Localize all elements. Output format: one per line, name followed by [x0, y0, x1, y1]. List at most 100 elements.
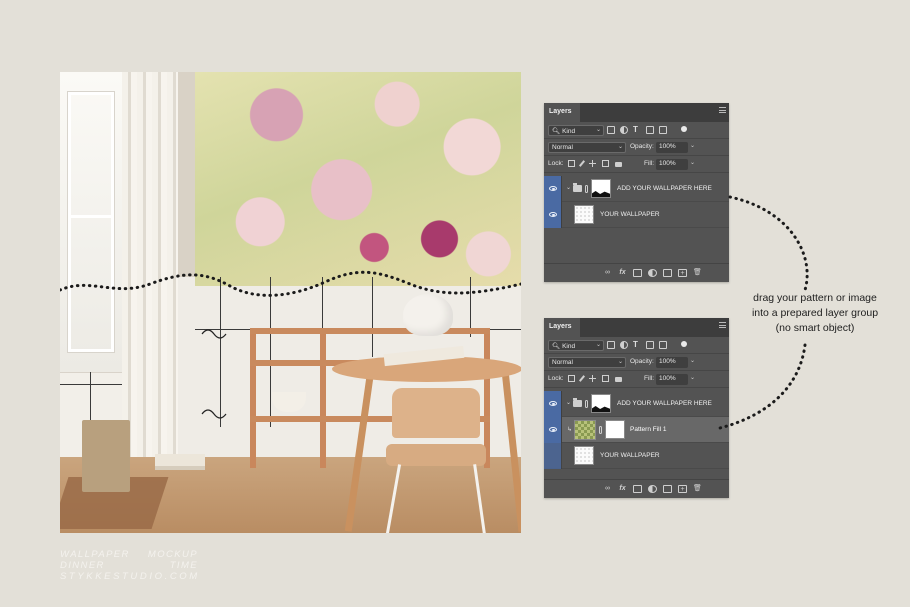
mask-thumbnail[interactable] — [605, 420, 625, 439]
search-icon: 🔍︎ — [552, 343, 561, 350]
link-icon[interactable]: ∞ — [603, 485, 612, 493]
layer-row-pattern-fill[interactable]: ↳ Pattern Fill 1 — [544, 417, 729, 443]
fill-field[interactable]: 100% ⌄ — [656, 159, 695, 170]
instruction-line-2: into a prepared layer group — [751, 307, 879, 319]
fill-value: 100% — [659, 375, 676, 382]
layer-row-wallpaper[interactable]: YOUR WALLPAPER — [544, 443, 729, 469]
lock-all-icon[interactable] — [615, 162, 622, 167]
fill-label: Fill: — [644, 160, 655, 167]
instruction-line-3: (no smart object) — [775, 322, 855, 334]
panel-tabbar: Layers — [544, 103, 729, 122]
lock-pixels-icon[interactable] — [578, 160, 586, 167]
lock-label: Lock: — [548, 375, 564, 382]
mask-icon[interactable] — [633, 485, 642, 493]
layers-tab[interactable]: Layers — [544, 318, 580, 337]
chevron-down-icon: ⌄ — [617, 144, 623, 150]
trash-icon[interactable]: 🗑︎ — [693, 485, 702, 493]
eye-icon — [549, 427, 557, 432]
chevron-down-icon: ⌄ — [617, 359, 623, 365]
shape-filter-icon[interactable] — [646, 341, 654, 349]
blend-mode-value: Normal — [552, 359, 573, 366]
lock-artboard-icon[interactable] — [602, 375, 609, 382]
adjustment-icon[interactable] — [648, 269, 657, 277]
blend-row: Normal ⌄ Opacity: 100% ⌄ — [544, 354, 729, 371]
fill-label: Fill: — [644, 375, 655, 382]
filter-toggle[interactable] — [681, 126, 687, 132]
visibility-toggle[interactable] — [544, 417, 562, 443]
brand-word: MOCKUP — [147, 549, 198, 560]
visibility-toggle[interactable] — [544, 391, 562, 417]
instruction-text: drag your pattern or image into a prepar… — [735, 291, 895, 336]
panel-menu-icon[interactable] — [719, 107, 726, 113]
layers-tab[interactable]: Layers — [544, 103, 580, 122]
mask-icon[interactable] — [633, 269, 642, 277]
panel-tabbar: Layers — [544, 318, 729, 337]
layers-bottom-toolbar: ∞ fx + 🗑︎ — [544, 479, 729, 498]
type-filter-icon[interactable]: T — [633, 341, 641, 349]
adjustment-filter-icon[interactable] — [620, 341, 628, 349]
type-filter-icon[interactable]: T — [633, 126, 641, 134]
smart-object-filter-icon[interactable] — [659, 126, 667, 134]
fx-icon[interactable]: fx — [618, 485, 627, 493]
pixel-layer-filter-icon[interactable] — [607, 341, 615, 349]
fx-icon[interactable]: fx — [618, 269, 627, 277]
opacity-field[interactable]: 100% ⌄ — [656, 357, 695, 368]
lock-position-icon[interactable] — [589, 375, 596, 382]
opacity-value: 100% — [659, 358, 676, 365]
mask-thumbnail[interactable] — [591, 179, 611, 198]
brand-word: DINNER — [60, 560, 105, 571]
pattern-thumbnail[interactable] — [574, 420, 596, 440]
folder-icon[interactable] — [663, 269, 672, 277]
layer-thumbnail[interactable] — [574, 205, 594, 224]
new-layer-icon[interactable]: + — [678, 269, 687, 277]
kind-filter-dropdown[interactable]: 🔍︎ Kind ⌄ — [548, 125, 604, 136]
brand-word: TIME — [169, 560, 198, 571]
link-icon — [585, 400, 588, 408]
brand-website: STYKKESTUDIO.COM — [60, 571, 200, 582]
adjustment-filter-icon[interactable] — [620, 126, 628, 134]
layer-row-group[interactable]: ⌄ ADD YOUR WALLPAPER HERE — [544, 176, 729, 202]
kind-filter-value: Kind — [562, 128, 576, 135]
shape-filter-icon[interactable] — [646, 126, 654, 134]
lock-all-icon[interactable] — [615, 377, 622, 382]
fill-field[interactable]: 100% ⌄ — [656, 374, 695, 385]
layers-panel-after: Layers 🔍︎ Kind ⌄ T Normal ⌄ Opacity: 100… — [544, 318, 729, 498]
chevron-down-icon[interactable]: ⌄ — [566, 399, 571, 406]
pixel-layer-filter-icon[interactable] — [607, 126, 615, 134]
new-layer-icon[interactable]: + — [678, 485, 687, 493]
trash-icon[interactable]: 🗑︎ — [693, 269, 702, 277]
room-mockup-photo — [60, 72, 521, 533]
mask-thumbnail[interactable] — [591, 394, 611, 413]
layer-row-wallpaper[interactable]: YOUR WALLPAPER — [544, 202, 729, 228]
link-icon[interactable]: ∞ — [603, 269, 612, 277]
kind-filter-dropdown[interactable]: 🔍︎ Kind ⌄ — [548, 340, 604, 351]
chevron-down-icon: ⌄ — [595, 342, 601, 348]
layer-row-group[interactable]: ⌄ ADD YOUR WALLPAPER HERE — [544, 391, 729, 417]
visibility-toggle[interactable] — [544, 443, 562, 469]
folder-icon[interactable] — [663, 485, 672, 493]
blend-mode-dropdown[interactable]: Normal ⌄ — [548, 142, 626, 153]
opacity-field[interactable]: 100% ⌄ — [656, 142, 695, 153]
layer-name: ADD YOUR WALLPAPER HERE — [617, 185, 712, 192]
blend-mode-dropdown[interactable]: Normal ⌄ — [548, 357, 626, 368]
lock-artboard-icon[interactable] — [602, 160, 609, 167]
layer-name: ADD YOUR WALLPAPER HERE — [617, 400, 712, 407]
visibility-toggle[interactable] — [544, 176, 562, 202]
link-icon — [585, 185, 588, 193]
layer-thumbnail[interactable] — [574, 446, 594, 465]
lock-label: Lock: — [548, 160, 564, 167]
lock-pixels-icon[interactable] — [578, 375, 586, 382]
lock-transparent-icon[interactable] — [568, 160, 575, 167]
visibility-toggle[interactable] — [544, 202, 562, 228]
eye-icon — [549, 401, 557, 406]
lock-position-icon[interactable] — [589, 160, 596, 167]
link-icon — [599, 426, 602, 434]
chevron-down-icon[interactable]: ⌄ — [566, 184, 571, 191]
lock-transparent-icon[interactable] — [568, 375, 575, 382]
adjustment-icon[interactable] — [648, 485, 657, 493]
wallpaper-edge — [60, 270, 521, 419]
panel-menu-icon[interactable] — [719, 322, 726, 328]
smart-object-filter-icon[interactable] — [659, 341, 667, 349]
chevron-down-icon: ⌄ — [595, 127, 601, 133]
filter-toggle[interactable] — [681, 341, 687, 347]
